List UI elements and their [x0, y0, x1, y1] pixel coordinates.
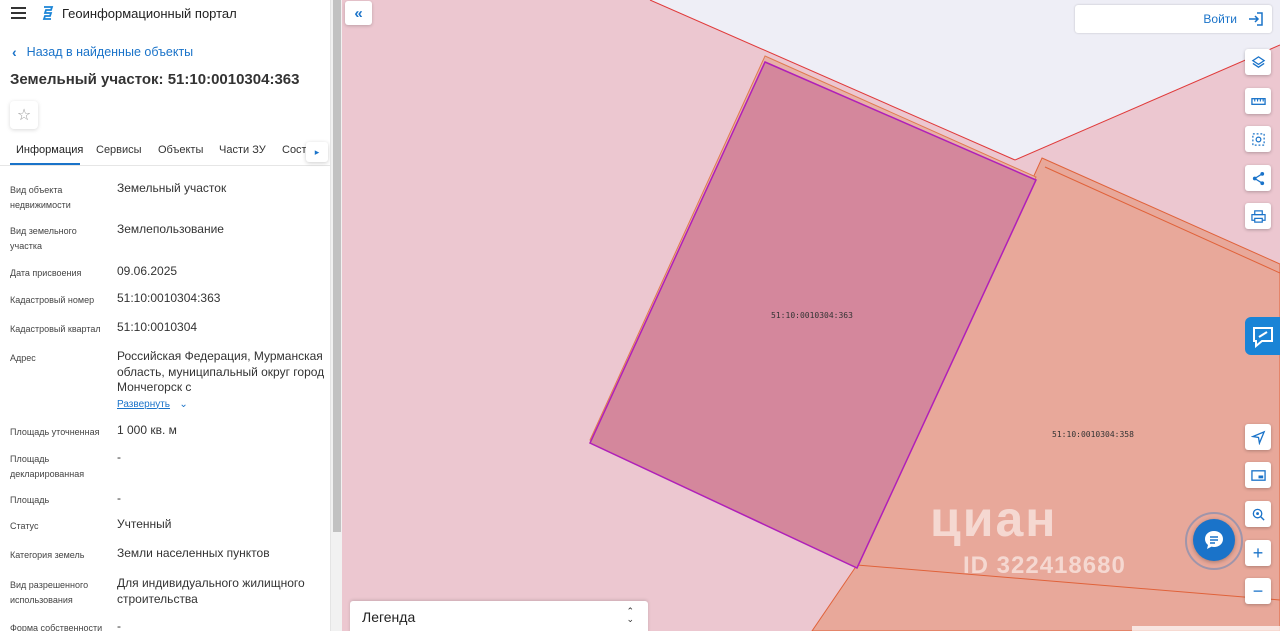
- zoom-in-button[interactable]: +: [1245, 540, 1271, 566]
- info-label: Адрес: [10, 353, 36, 363]
- print-button[interactable]: [1245, 203, 1271, 229]
- active-tab-indicator: [10, 163, 80, 165]
- portal-logo-icon: [42, 6, 54, 20]
- plus-icon: +: [1252, 543, 1264, 563]
- info-label: Дата присвоения: [10, 268, 82, 278]
- info-label: Форма собственности: [10, 623, 103, 631]
- info-label: Категория земель: [10, 550, 85, 560]
- layers-icon: [1251, 55, 1265, 68]
- ruler-icon: [1250, 97, 1266, 105]
- info-label: Вид земельного участка: [10, 226, 77, 251]
- info-label: Статус: [10, 521, 39, 531]
- parcel-label-363: 51:10:0010304:363: [771, 311, 853, 320]
- info-label: Площадь уточненная: [10, 427, 100, 437]
- select-area-icon: [1251, 132, 1265, 146]
- map-canvas[interactable]: 51:10:0010304:363 51:10:0010304:358: [342, 0, 1280, 631]
- chevron-up-down-icon: ⌃ ⌄: [626, 606, 634, 624]
- info-value: Учтенный: [117, 517, 172, 531]
- select-area-button[interactable]: [1245, 126, 1271, 152]
- back-to-results-link[interactable]: ‹ Назад в найденные объекты: [12, 44, 193, 60]
- info-value: 51:10:0010304:363: [117, 291, 221, 305]
- tab-land-parts[interactable]: Части ЗУ: [219, 144, 266, 156]
- favorite-button[interactable]: ☆: [10, 101, 38, 129]
- place-search-button[interactable]: [1245, 501, 1271, 527]
- chevron-down-icon[interactable]: ⌄: [179, 399, 187, 410]
- chat-button[interactable]: [1193, 519, 1235, 561]
- chevron-right-icon: ▸: [314, 146, 320, 157]
- info-panel: Геоинформационный портал ‹ Назад в найде…: [0, 0, 330, 631]
- info-value: Земельный участок: [117, 181, 227, 195]
- map-pin-search-icon: [1252, 508, 1265, 521]
- tab-objects[interactable]: Объекты: [158, 144, 203, 156]
- info-value: Землепользование: [117, 222, 224, 236]
- info-value: 1 000 кв. м: [117, 423, 177, 437]
- sign-in-icon: [1249, 12, 1263, 26]
- chevron-left-icon: ‹: [12, 44, 17, 60]
- info-value: 51:10:0010304: [117, 320, 198, 334]
- info-value: 09.06.2025: [117, 264, 178, 278]
- info-label: Площадь: [10, 495, 50, 505]
- info-label: Кадастровый номер: [10, 295, 95, 305]
- back-link-label: Назад в найденные объекты: [26, 45, 194, 59]
- tabs-next-button[interactable]: ▸: [306, 142, 328, 162]
- share-button[interactable]: [1245, 165, 1271, 191]
- info-value: Земли населенных пунктов: [117, 546, 270, 560]
- object-title: Земельный участок: 51:10:0010304:363: [10, 71, 300, 88]
- login-button[interactable]: Войти: [1075, 5, 1272, 33]
- minimap-button[interactable]: [1245, 462, 1271, 488]
- collapse-panel-button[interactable]: «: [345, 1, 372, 25]
- layers-button[interactable]: [1245, 49, 1271, 75]
- ruler-button[interactable]: [1245, 88, 1271, 114]
- portal-title: Геоинформационный портал: [62, 6, 237, 21]
- legend-toggle[interactable]: Легенда ⌃ ⌄: [350, 601, 648, 631]
- star-outline-icon: ☆: [16, 107, 32, 124]
- login-label: Войти: [1203, 12, 1237, 26]
- tab-services[interactable]: Сервисы: [96, 144, 142, 156]
- navigation-arrow-icon: [1250, 430, 1265, 445]
- legend-label: Легенда: [362, 609, 416, 625]
- share-icon: [1252, 171, 1264, 185]
- info-label: Площадь декларированная: [10, 454, 85, 479]
- info-value: -: [117, 450, 121, 464]
- info-label: Вид объекта недвижимости: [10, 185, 71, 210]
- tab-information[interactable]: Информация: [16, 144, 83, 156]
- minimap-icon: [1250, 469, 1266, 481]
- expand-address-link[interactable]: Развернуть: [117, 397, 170, 413]
- message-icon: [1205, 531, 1223, 549]
- side-panel-button[interactable]: [1245, 317, 1280, 355]
- map-attribution: [1132, 626, 1280, 631]
- double-chevron-left-icon: «: [354, 4, 363, 22]
- chat-bubble-icon: [1252, 327, 1273, 349]
- map-layer: 51:10:0010304:363 51:10:0010304:358: [342, 0, 1280, 631]
- panel-header: Геоинформационный портал: [0, 0, 330, 28]
- info-value: -: [117, 491, 121, 505]
- info-label: Кадастровый квартал: [10, 324, 101, 334]
- expand-link-label: Развернуть: [117, 398, 171, 410]
- info-tabs: Информация Сервисы Объекты Части ЗУ Сост…: [0, 138, 330, 166]
- print-icon: [1250, 209, 1266, 223]
- zoom-out-button[interactable]: −: [1245, 578, 1271, 604]
- info-label: Вид разрешенного использования: [10, 580, 89, 605]
- scrollbar-thumb[interactable]: [333, 0, 341, 532]
- parcel-label-358: 51:10:0010304:358: [1052, 430, 1134, 439]
- info-value-address: Российская Федерация, Мурманская область…: [117, 349, 325, 412]
- info-value: -: [117, 619, 121, 631]
- minus-icon: −: [1252, 581, 1264, 601]
- address-text: Российская Федерация, Мурманская область…: [117, 349, 325, 394]
- hamburger-icon[interactable]: [11, 7, 26, 19]
- geolocation-button[interactable]: [1245, 424, 1271, 450]
- info-value: Для индивидуального жилищного строительс…: [117, 576, 305, 606]
- panel-scrollbar[interactable]: [330, 0, 342, 631]
